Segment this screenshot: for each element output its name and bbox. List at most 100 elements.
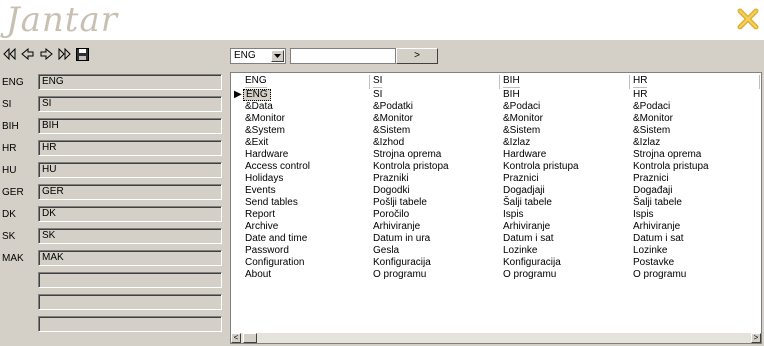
column-header[interactable]: HR bbox=[633, 75, 648, 88]
table-row[interactable]: Events Dogodki Dogadjaji Događaji bbox=[231, 185, 761, 197]
table-row[interactable]: &Data &Podatki &Podaci &Podaci bbox=[231, 101, 761, 113]
table-cell[interactable]: Gesla bbox=[373, 245, 399, 257]
table-cell[interactable]: Report bbox=[245, 209, 275, 221]
table-cell[interactable]: &Podaci bbox=[633, 101, 670, 113]
table-cell[interactable]: Lozinke bbox=[503, 245, 537, 257]
table-cell[interactable]: &Podatki bbox=[373, 101, 413, 113]
table-cell[interactable]: Postavke bbox=[633, 257, 674, 269]
table-cell[interactable]: &Monitor bbox=[633, 113, 673, 125]
table-cell[interactable]: Praznici bbox=[633, 173, 669, 185]
table-row[interactable]: &Monitor &Monitor &Monitor &Monitor bbox=[231, 113, 761, 125]
table-cell[interactable]: Dogodki bbox=[373, 185, 410, 197]
column-separator[interactable] bbox=[759, 75, 760, 89]
table-cell[interactable]: Konfiguracija bbox=[503, 257, 561, 269]
language-select[interactable]: ENG bbox=[230, 48, 286, 64]
table-cell[interactable]: Kontrola pristupa bbox=[633, 161, 709, 173]
table-cell[interactable]: Date and time bbox=[245, 233, 307, 245]
last-record-button[interactable] bbox=[56, 46, 72, 62]
first-record-button[interactable] bbox=[2, 46, 18, 62]
prev-record-button[interactable] bbox=[20, 46, 36, 62]
table-cell[interactable]: Ispis bbox=[503, 209, 524, 221]
table-row[interactable]: Send tables Pošlji tabele Šalji tabele Šalj… bbox=[231, 197, 761, 209]
table-cell[interactable]: Hardware bbox=[503, 149, 546, 161]
language-field[interactable]: MAK bbox=[38, 250, 222, 266]
column-separator[interactable] bbox=[629, 75, 630, 89]
language-field[interactable]: BIH bbox=[38, 118, 222, 134]
table-cell[interactable]: Password bbox=[245, 245, 289, 257]
table-cell[interactable]: SI bbox=[373, 89, 382, 101]
table-cell[interactable]: Datum in ura bbox=[373, 233, 430, 245]
table-cell[interactable]: Arhiviranje bbox=[503, 221, 550, 233]
next-record-button[interactable] bbox=[38, 46, 54, 62]
table-cell[interactable]: Configuration bbox=[245, 257, 304, 269]
table-cell[interactable]: Dogadjaji bbox=[503, 185, 545, 197]
table-cell[interactable]: Događaji bbox=[633, 185, 672, 197]
table-cell[interactable]: Kontrola pristopa bbox=[373, 161, 449, 173]
table-cell[interactable]: O programu bbox=[503, 269, 556, 281]
table-row[interactable]: Holidays Prazniki Praznici Praznici bbox=[231, 173, 761, 185]
table-cell[interactable]: Hardware bbox=[245, 149, 288, 161]
horizontal-scrollbar[interactable]: < > bbox=[231, 333, 761, 343]
table-cell[interactable]: Poročilo bbox=[373, 209, 409, 221]
scroll-left-button[interactable]: < bbox=[231, 333, 241, 343]
table-cell[interactable]: HR bbox=[633, 89, 647, 101]
table-cell[interactable]: Send tables bbox=[245, 197, 298, 209]
table-cell[interactable]: O programu bbox=[373, 269, 426, 281]
table-cell[interactable]: Praznici bbox=[503, 173, 539, 185]
table-row[interactable]: ▶ ENG SI BIH HR bbox=[231, 89, 761, 101]
table-cell[interactable]: &Sistem bbox=[633, 125, 670, 137]
column-separator[interactable] bbox=[369, 75, 370, 89]
table-cell[interactable]: &Data bbox=[245, 101, 273, 113]
scroll-right-button[interactable]: > bbox=[751, 333, 761, 343]
table-cell[interactable]: Datum i sat bbox=[633, 233, 684, 245]
table-cell[interactable]: Šalji tabele bbox=[633, 197, 682, 209]
language-field[interactable] bbox=[38, 316, 222, 332]
table-cell[interactable]: &Izlaz bbox=[503, 137, 530, 149]
translation-grid[interactable]: < > ENG SI BIH HR ▶ ENG SI BIH HR &Data &Podatki &P… bbox=[230, 72, 762, 344]
table-cell[interactable]: &Monitor bbox=[503, 113, 543, 125]
column-header[interactable]: SI bbox=[373, 75, 383, 88]
table-row[interactable]: Configuration Konfiguracija Konfiguracija P… bbox=[231, 257, 761, 269]
table-row[interactable]: About O programu O programu O programu bbox=[231, 269, 761, 281]
table-cell[interactable]: &Izlaz bbox=[633, 137, 660, 149]
language-field[interactable]: SI bbox=[38, 96, 222, 112]
table-cell[interactable]: &Izhod bbox=[373, 137, 404, 149]
language-field[interactable] bbox=[38, 272, 222, 288]
language-field[interactable]: ENG bbox=[38, 74, 222, 90]
table-cell[interactable]: Arhiviranje bbox=[373, 221, 420, 233]
table-cell[interactable]: &Monitor bbox=[245, 113, 285, 125]
table-cell[interactable]: Datum i sat bbox=[503, 233, 554, 245]
table-cell[interactable]: Events bbox=[245, 185, 276, 197]
table-cell[interactable]: &Monitor bbox=[373, 113, 413, 125]
search-input[interactable] bbox=[290, 48, 396, 64]
table-cell[interactable]: O programu bbox=[633, 269, 686, 281]
table-row[interactable]: Password Gesla Lozinke Lozinke bbox=[231, 245, 761, 257]
table-cell[interactable]: Ispis bbox=[633, 209, 654, 221]
table-cell[interactable]: &Exit bbox=[245, 137, 268, 149]
table-row[interactable]: &Exit &Izhod &Izlaz &Izlaz bbox=[231, 137, 761, 149]
table-cell[interactable]: Archive bbox=[245, 221, 278, 233]
table-cell[interactable]: Konfiguracija bbox=[373, 257, 431, 269]
table-cell[interactable]: Arhiviranje bbox=[633, 221, 680, 233]
table-row[interactable]: Date and time Datum in ura Datum i sat Datu… bbox=[231, 233, 761, 245]
table-cell[interactable]: Lozinke bbox=[633, 245, 667, 257]
go-button[interactable]: > bbox=[396, 48, 438, 64]
column-header[interactable]: ENG bbox=[245, 75, 267, 88]
table-cell[interactable]: About bbox=[245, 269, 271, 281]
table-cell[interactable]: Šalji tabele bbox=[503, 197, 552, 209]
table-cell[interactable]: &Sistem bbox=[503, 125, 540, 137]
table-cell[interactable]: Access control bbox=[245, 161, 310, 173]
table-cell[interactable]: Strojna oprema bbox=[373, 149, 441, 161]
chevron-down-icon[interactable] bbox=[271, 50, 284, 62]
table-cell[interactable]: &Sistem bbox=[373, 125, 410, 137]
language-field[interactable]: HU bbox=[38, 162, 222, 178]
scroll-thumb[interactable] bbox=[243, 333, 257, 343]
table-row[interactable]: Access control Kontrola pristopa Kontrola … bbox=[231, 161, 761, 173]
language-field[interactable]: SK bbox=[38, 228, 222, 244]
column-header[interactable]: BIH bbox=[503, 75, 520, 88]
table-row[interactable]: &System &Sistem &Sistem &Sistem bbox=[231, 125, 761, 137]
table-cell[interactable]: Strojna oprema bbox=[633, 149, 701, 161]
language-field[interactable]: GER bbox=[38, 184, 222, 200]
table-cell[interactable]: Prazniki bbox=[373, 173, 409, 185]
table-row[interactable]: Hardware Strojna oprema Hardware Strojna op… bbox=[231, 149, 761, 161]
